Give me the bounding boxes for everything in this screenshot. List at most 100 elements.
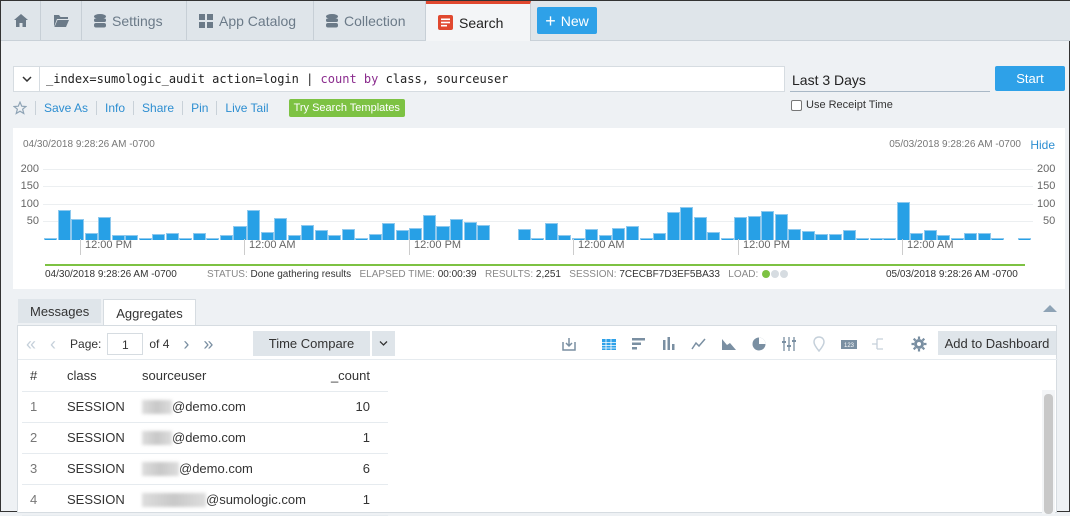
histogram-bar[interactable] (71, 218, 85, 240)
search-query-input[interactable]: _index=sumologic_audit action=login | co… (13, 66, 785, 92)
column-chart-icon[interactable] (661, 336, 677, 352)
export-icon[interactable] (561, 336, 577, 352)
histogram-bar[interactable] (693, 217, 707, 240)
histogram-bar[interactable] (653, 232, 667, 240)
histogram-bar[interactable] (517, 228, 531, 240)
histogram-bar[interactable] (450, 219, 464, 240)
histogram-bar[interactable] (422, 215, 436, 240)
column-header[interactable]: class (67, 360, 142, 392)
page-number-input[interactable]: 1 (107, 333, 144, 355)
try-search-templates-button[interactable]: Try Search Templates (288, 99, 405, 117)
histogram-bar[interactable] (856, 238, 870, 240)
tab-app-catalog[interactable]: App Catalog (187, 1, 314, 40)
tab-messages[interactable]: Messages (18, 299, 102, 323)
histogram-bar[interactable] (558, 235, 572, 240)
histogram-bar[interactable] (463, 221, 477, 240)
histogram-bar[interactable] (44, 237, 58, 240)
tab-settings[interactable]: Settings (82, 1, 187, 40)
pie-chart-icon[interactable] (751, 336, 767, 352)
add-to-dashboard-button[interactable]: Add to Dashboard (938, 331, 1056, 355)
tab-search[interactable]: Search (426, 1, 531, 41)
histogram-bar[interactable] (301, 224, 315, 240)
next-page-icon[interactable]: › (183, 334, 189, 355)
share-link[interactable]: Share (142, 101, 174, 115)
histogram-bar[interactable] (869, 238, 883, 240)
live-tail-link[interactable]: Live Tail (225, 101, 268, 115)
histogram-bar[interactable] (707, 231, 721, 240)
histogram-bar[interactable] (368, 233, 382, 240)
tab-collection[interactable]: Collection (314, 1, 426, 40)
histogram-bar[interactable] (1018, 238, 1032, 240)
first-page-icon[interactable]: « (26, 334, 36, 355)
histogram-bar[interactable] (788, 229, 802, 240)
time-compare-button[interactable]: Time Compare (253, 331, 370, 356)
histogram-bar[interactable] (233, 225, 247, 240)
histogram-bar[interactable] (341, 228, 355, 240)
last-page-icon[interactable]: » (203, 334, 213, 355)
histogram-bar[interactable] (531, 238, 545, 240)
column-header[interactable]: _count (322, 360, 388, 392)
histogram-bar[interactable] (842, 230, 856, 240)
histogram-bar[interactable] (991, 238, 1005, 240)
query-history-dropdown[interactable] (14, 67, 40, 91)
histogram-bar[interactable] (138, 238, 152, 240)
histogram-bar[interactable] (382, 222, 396, 240)
histogram-bar[interactable] (477, 224, 491, 240)
query-text[interactable]: _index=sumologic_audit action=login | co… (40, 72, 508, 86)
histogram-bar[interactable] (761, 210, 775, 240)
histogram-bar[interactable] (720, 238, 734, 240)
tab-library[interactable] (41, 1, 82, 40)
line-chart-icon[interactable] (691, 336, 707, 352)
info-link[interactable]: Info (105, 101, 125, 115)
use-receipt-time[interactable]: Use Receipt Time (791, 99, 893, 111)
histogram-bar[interactable] (734, 216, 748, 240)
histogram-bar[interactable] (436, 225, 450, 240)
histogram-bar[interactable] (247, 209, 261, 240)
histogram-bar[interactable] (544, 222, 558, 240)
histogram-bar[interactable] (639, 238, 653, 240)
histogram-bar[interactable] (964, 233, 978, 240)
histogram-bar[interactable] (328, 235, 342, 240)
save-as-link[interactable]: Save As (44, 101, 88, 115)
histogram-bar[interactable] (801, 231, 815, 240)
column-header[interactable]: sourceuser (142, 360, 322, 392)
histogram-bar[interactable] (192, 232, 206, 240)
histogram-bar[interactable] (98, 217, 112, 240)
histogram-bar[interactable] (774, 214, 788, 240)
tab-aggregates[interactable]: Aggregates (103, 299, 196, 326)
scrollbar-thumb[interactable] (1044, 394, 1053, 514)
pin-link[interactable]: Pin (191, 101, 208, 115)
time-range-input[interactable]: Last 3 Days (790, 68, 990, 92)
histogram-bar[interactable] (165, 232, 179, 240)
histogram-bar[interactable] (666, 211, 680, 240)
histogram-bar[interactable] (179, 238, 193, 240)
time-compare-dropdown[interactable] (372, 331, 395, 356)
map-pin-icon[interactable] (811, 336, 827, 352)
histogram-bar[interactable] (896, 201, 910, 240)
table-view-icon[interactable] (601, 336, 617, 352)
histogram-bar[interactable] (57, 210, 71, 240)
star-icon[interactable] (13, 101, 27, 115)
histogram-bar[interactable] (395, 230, 409, 240)
histogram-bar[interactable] (206, 238, 220, 240)
flow-icon[interactable] (871, 336, 887, 352)
hide-histogram-link[interactable]: Hide (1030, 138, 1055, 152)
bar-chart-icon[interactable] (631, 336, 647, 352)
histogram-bar[interactable] (680, 206, 694, 240)
histogram-bar[interactable] (152, 234, 166, 240)
histogram-bar[interactable] (883, 238, 897, 240)
histogram-bar[interactable] (219, 235, 233, 240)
map-settings-icon[interactable] (781, 336, 797, 352)
histogram-bar[interactable] (828, 233, 843, 240)
use-receipt-time-checkbox[interactable] (791, 99, 802, 111)
histogram-bar[interactable] (625, 225, 639, 240)
single-value-icon[interactable]: 123 (841, 336, 857, 352)
gear-icon[interactable] (911, 336, 927, 352)
start-button[interactable]: Start (995, 66, 1065, 91)
histogram-bar[interactable] (274, 218, 288, 240)
histogram-bar[interactable] (977, 232, 991, 240)
area-chart-icon[interactable] (721, 336, 737, 352)
prev-page-icon[interactable]: ‹ (50, 334, 56, 355)
histogram-bar[interactable] (747, 216, 761, 240)
histogram-bar[interactable] (815, 233, 829, 240)
